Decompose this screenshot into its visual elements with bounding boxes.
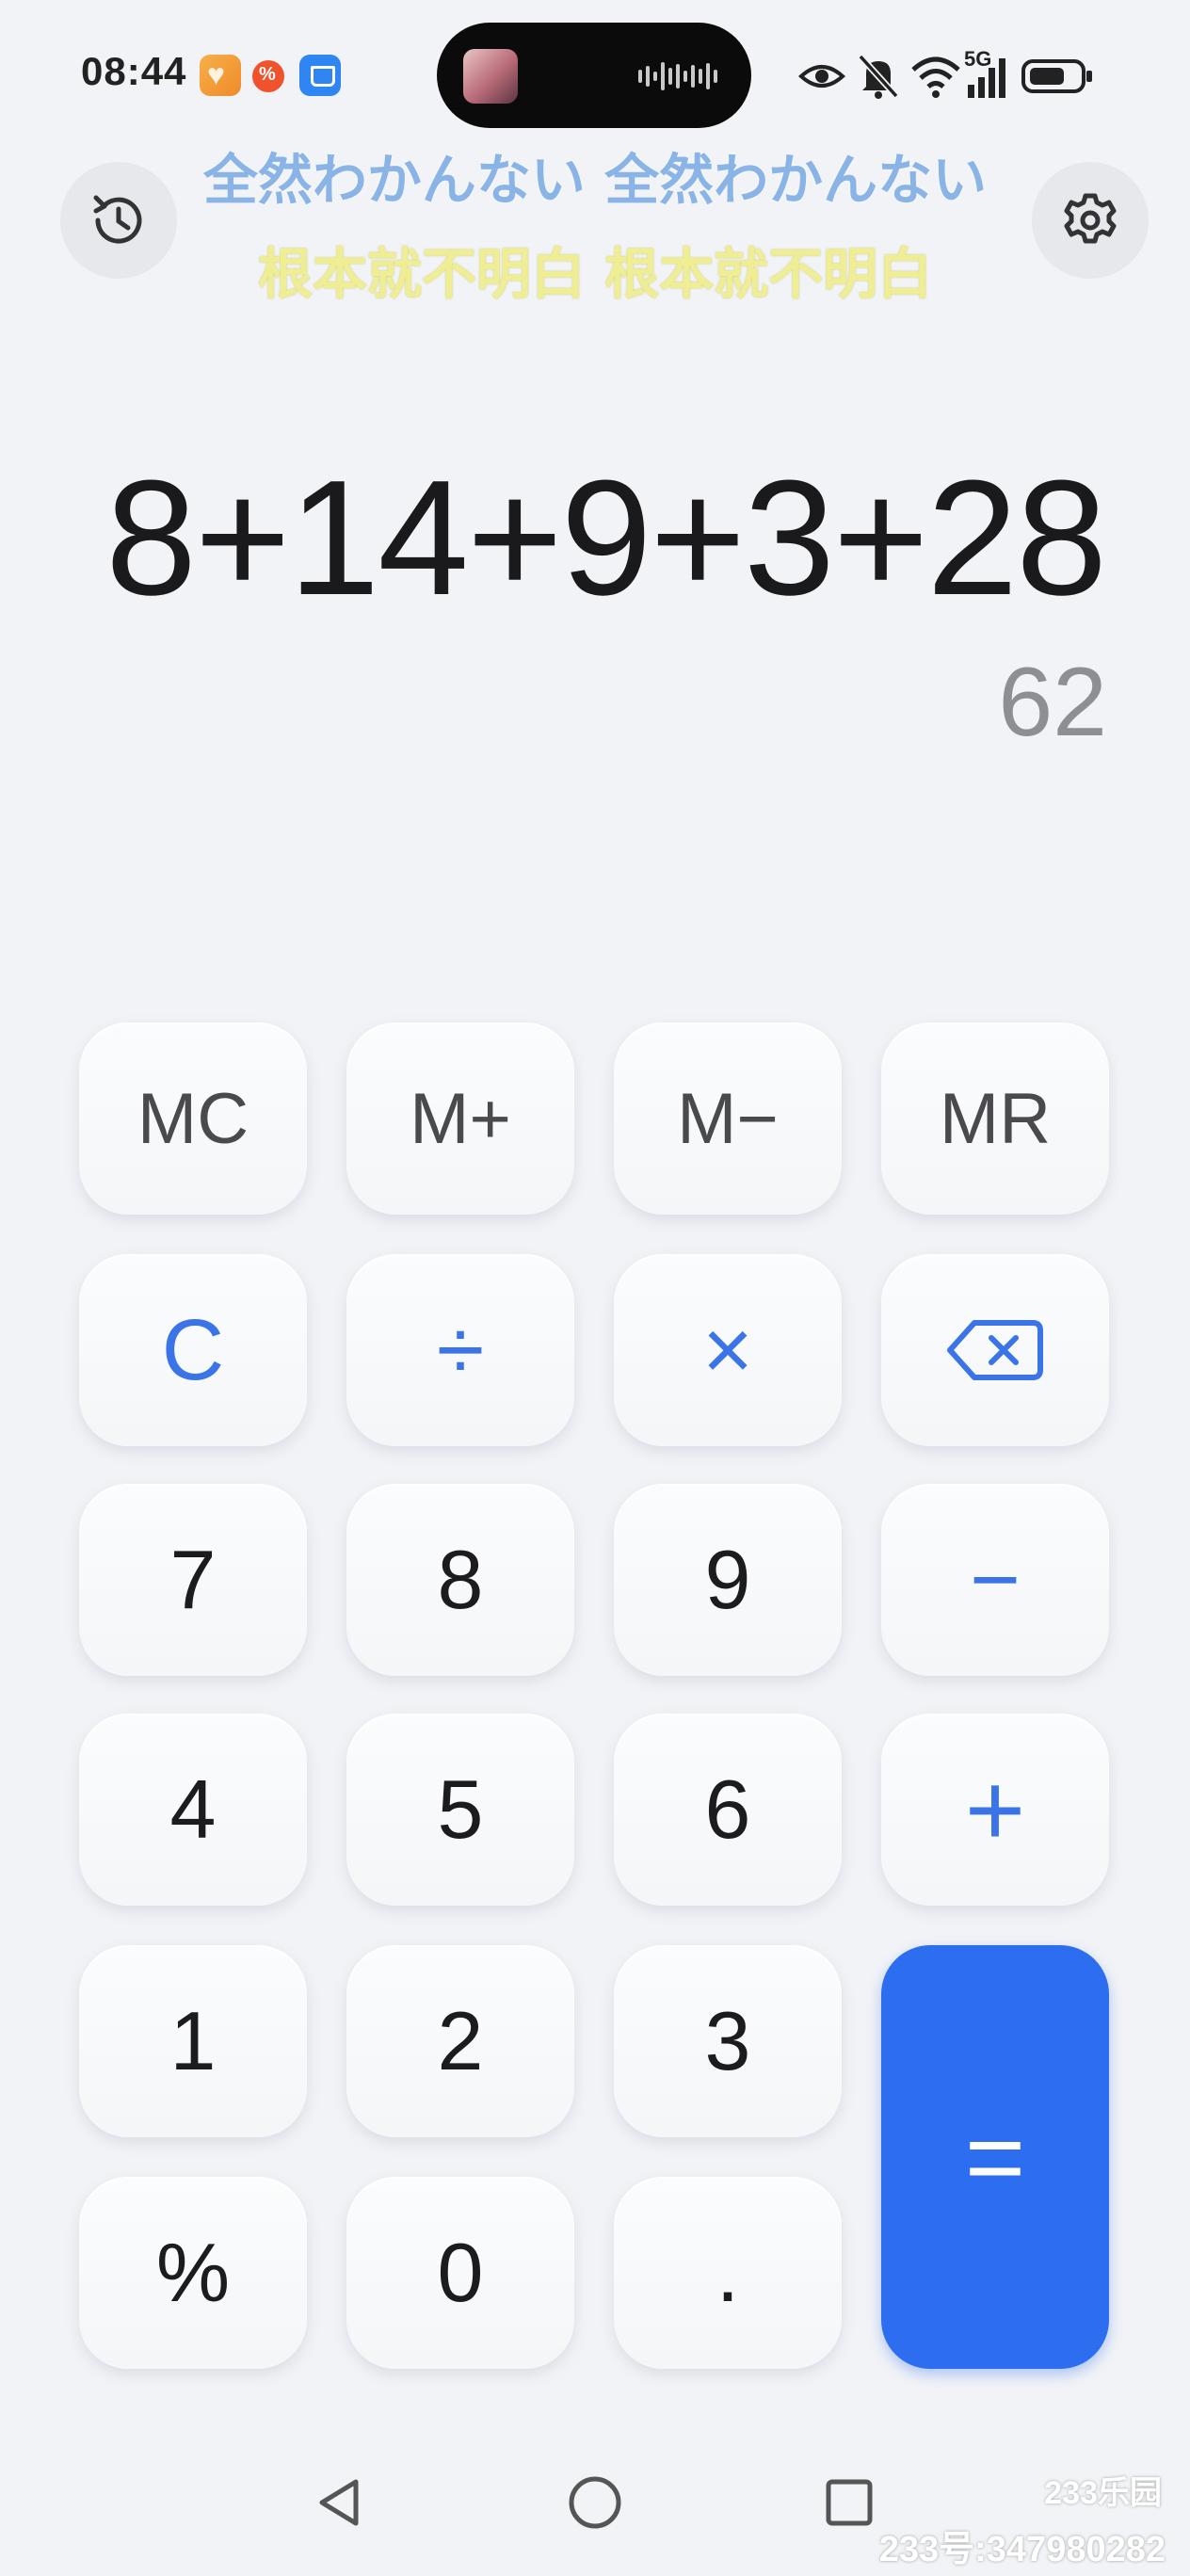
- memory-clear-button[interactable]: MC: [79, 1022, 307, 1215]
- heart-app-icon: [200, 55, 241, 96]
- wifi-icon: [911, 56, 960, 98]
- app-store-icon: [299, 55, 341, 96]
- key-label: 3: [704, 1994, 751, 2087]
- watermark-logo: 233乐园: [1044, 2475, 1162, 2511]
- backspace-icon: [947, 1320, 1043, 1380]
- backspace-button[interactable]: [881, 1254, 1109, 1446]
- clear-button[interactable]: C: [79, 1254, 307, 1446]
- gear-icon: [1064, 193, 1117, 244]
- key-label: 9: [704, 1533, 751, 1626]
- coupon-app-icon: [252, 60, 284, 92]
- key-label: 7: [169, 1533, 217, 1626]
- battery-icon: [1021, 59, 1092, 93]
- home-icon[interactable]: [565, 2474, 625, 2531]
- key-label: 0: [437, 2226, 484, 2319]
- dynamic-island-media[interactable]: [437, 23, 751, 128]
- recent-apps-icon[interactable]: [821, 2474, 877, 2531]
- key-label: +: [964, 1751, 1026, 1868]
- key-label: 4: [169, 1763, 217, 1856]
- memory-recall-button[interactable]: MR: [881, 1022, 1109, 1215]
- decimal-point-button[interactable]: .: [614, 2177, 842, 2369]
- back-icon[interactable]: [313, 2474, 369, 2531]
- add-button[interactable]: +: [881, 1714, 1109, 1906]
- percent-button[interactable]: %: [79, 2177, 307, 2369]
- status-bar: 08:44 ♥ % 5G: [0, 0, 1190, 151]
- watermark-id: 233号:347980282: [878, 2530, 1166, 2569]
- history-icon: [93, 195, 142, 244]
- key-label: C: [161, 1301, 225, 1398]
- floating-lyric-line-1: 全然わかんない 全然わかんない: [202, 148, 988, 212]
- digit-3-button[interactable]: 3: [614, 1945, 842, 2137]
- expression-display: 8+14+9+3+28: [105, 445, 1107, 629]
- key-label: 1: [169, 1994, 217, 2087]
- digit-2-button[interactable]: 2: [346, 1945, 574, 2137]
- equals-button[interactable]: =: [881, 1945, 1109, 2369]
- digit-4-button[interactable]: 4: [79, 1714, 307, 1906]
- digit-6-button[interactable]: 6: [614, 1714, 842, 1906]
- album-art-thumbnail: [463, 49, 518, 104]
- key-label: −: [970, 1531, 1021, 1628]
- key-label: 8: [437, 1533, 484, 1626]
- status-time: 08:44: [81, 49, 187, 93]
- digit-1-button[interactable]: 1: [79, 1945, 307, 2137]
- history-button[interactable]: [60, 162, 177, 279]
- key-label: M−: [677, 1078, 779, 1159]
- key-label: 2: [437, 1994, 484, 2087]
- floating-lyric-line-2: 根本就不明白 根本就不明白: [257, 242, 933, 306]
- digit-0-button[interactable]: 0: [346, 2177, 574, 2369]
- digit-8-button[interactable]: 8: [346, 1484, 574, 1676]
- key-label: MC: [137, 1078, 249, 1159]
- key-label: %: [155, 2226, 231, 2319]
- multiply-button[interactable]: ×: [614, 1254, 842, 1446]
- settings-button[interactable]: [1032, 162, 1149, 279]
- divide-button[interactable]: ÷: [346, 1254, 574, 1446]
- memory-subtract-button[interactable]: M−: [614, 1022, 842, 1215]
- key-label: .: [716, 2226, 740, 2319]
- signal-icon: [968, 58, 1005, 98]
- key-label: ×: [702, 1301, 753, 1398]
- key-label: =: [964, 2099, 1026, 2215]
- digit-5-button[interactable]: 5: [346, 1714, 574, 1906]
- key-label: 6: [704, 1763, 751, 1856]
- system-status-icons: 5G: [798, 47, 1109, 100]
- key-label: 5: [437, 1763, 484, 1856]
- subtract-button[interactable]: −: [881, 1484, 1109, 1676]
- result-preview: 62: [998, 648, 1107, 757]
- key-label: M+: [410, 1078, 511, 1159]
- digit-7-button[interactable]: 7: [79, 1484, 307, 1676]
- memory-add-button[interactable]: M+: [346, 1022, 574, 1215]
- key-label: ÷: [436, 1301, 485, 1398]
- audio-wave-icon: [638, 62, 717, 90]
- key-label: MR: [939, 1078, 1052, 1159]
- mute-bell-icon: [858, 54, 899, 99]
- eye-icon: [798, 65, 845, 88]
- digit-9-button[interactable]: 9: [614, 1484, 842, 1676]
